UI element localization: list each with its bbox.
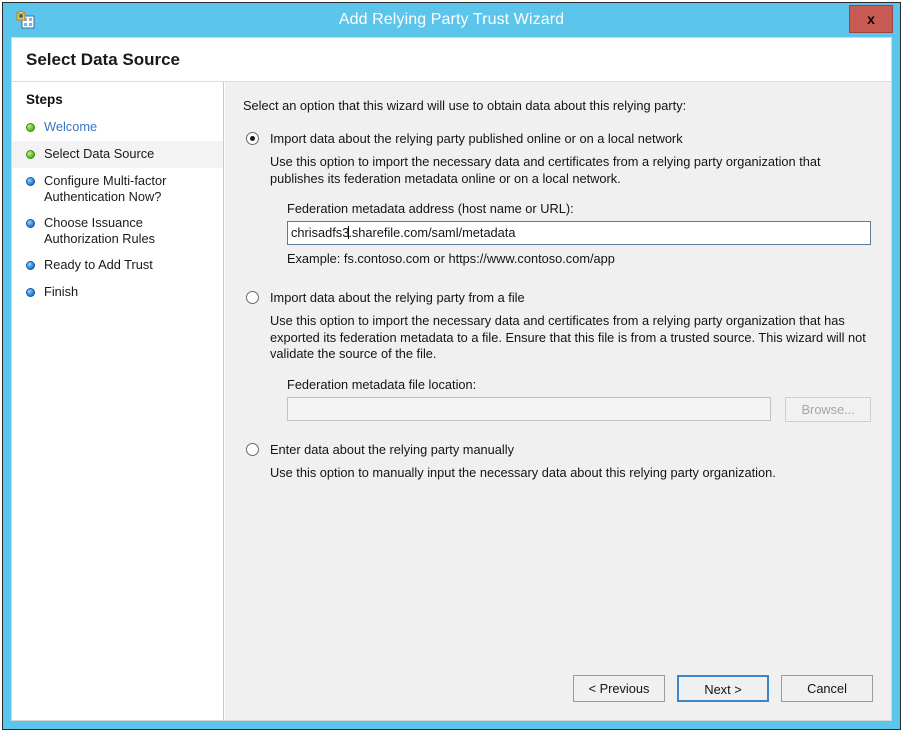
body-area: Steps Welcome Select Data Source Configu… (12, 82, 891, 720)
close-icon[interactable]: x (849, 5, 893, 33)
radio-button-icon (246, 442, 259, 456)
browse-button[interactable]: Browse... (785, 396, 871, 422)
step-bullet-icon (26, 150, 35, 159)
steps-sidebar: Steps Welcome Select Data Source Configu… (12, 82, 224, 720)
sidebar-item-label: Ready to Add Trust (44, 257, 153, 272)
footer-bar: < Previous Next > Cancel (225, 660, 891, 720)
sidebar-item-ready-to-add-trust[interactable]: Ready to Add Trust (12, 252, 223, 279)
sidebar-item-label: Welcome (44, 119, 98, 134)
metadata-address-input[interactable]: chrisadfs3.sharefile.com/saml/metadata (287, 221, 871, 245)
option-description: Use this option to import the necessary … (270, 313, 866, 361)
step-bullet-icon (26, 261, 35, 270)
option-label: Enter data about the relying party manua… (270, 441, 514, 457)
radio-button-icon (246, 132, 259, 145)
option-enter-manually: Enter data about the relying party manua… (243, 442, 871, 482)
option-label: Import data about the relying party from… (270, 290, 525, 305)
radio-import-online[interactable]: Import data about the relying party publ… (243, 131, 871, 147)
sidebar-item-configure-mfa[interactable]: Configure Multi-factor Authentication No… (12, 168, 223, 210)
radio-button-icon (246, 291, 259, 304)
step-bullet-icon (26, 123, 35, 132)
radio-enter-manually[interactable]: Enter data about the relying party manua… (243, 442, 871, 458)
cancel-button[interactable]: Cancel (781, 675, 873, 702)
title-bar: Add Relying Party Trust Wizard x (3, 3, 900, 37)
step-bullet-icon (26, 177, 35, 186)
option-description: Use this option to manually input the ne… (270, 464, 776, 480)
step-bullet-icon (26, 288, 35, 297)
sidebar-item-finish[interactable]: Finish (12, 279, 223, 306)
client-area: Select Data Source Steps Welcome Select … (11, 37, 892, 721)
sidebar-item-label: Finish (44, 284, 79, 299)
wizard-window: Add Relying Party Trust Wizard x Select … (2, 2, 901, 730)
sidebar-item-welcome[interactable]: Welcome (12, 114, 223, 141)
page-header: Select Data Source (12, 38, 891, 82)
main-pane: Select an option that this wizard will u… (224, 82, 891, 720)
instruction-text: Select an option that this wizard will u… (243, 98, 687, 113)
sidebar-item-label: Choose Issuance Authorization Rules (44, 215, 155, 246)
option-import-file: Import data about the relying party from… (243, 290, 871, 422)
content-area: Select an option that this wizard will u… (225, 82, 891, 660)
radio-import-file[interactable]: Import data about the relying party from… (243, 290, 871, 306)
input-value-after-caret: .sharefile.com/saml/metadata (348, 225, 516, 240)
page-title: Select Data Source (26, 50, 181, 69)
option-import-online: Import data about the relying party publ… (243, 131, 871, 266)
metadata-address-example: Example: fs.contoso.com or https://www.c… (287, 251, 615, 266)
next-button[interactable]: Next > (677, 675, 769, 702)
sidebar-item-select-data-source[interactable]: Select Data Source (12, 141, 223, 168)
input-value-before-caret: chrisadfs3 (291, 225, 350, 240)
metadata-file-row: Browse... (287, 396, 871, 422)
sidebar-item-label: Select Data Source (44, 146, 155, 161)
metadata-address-row: chrisadfs3.sharefile.com/saml/metadata (287, 221, 871, 245)
metadata-file-input[interactable] (287, 397, 772, 421)
sidebar-item-label: Configure Multi-factor Authentication No… (44, 173, 167, 204)
previous-button[interactable]: < Previous (573, 675, 665, 702)
window-title: Add Relying Party Trust Wizard (338, 11, 565, 28)
option-label: Import data about the relying party publ… (270, 131, 683, 146)
option-description: Use this option to import the necessary … (270, 154, 821, 186)
footer-button-group: < Previous Next > Cancel (573, 675, 873, 702)
steps-heading: Steps (26, 92, 63, 107)
metadata-address-label: Federation metadata address (host name o… (287, 201, 574, 216)
step-bullet-icon (26, 219, 35, 228)
sidebar-item-choose-issuance-rules[interactable]: Choose Issuance Authorization Rules (12, 210, 223, 252)
metadata-file-label: Federation metadata file location: (287, 376, 477, 392)
